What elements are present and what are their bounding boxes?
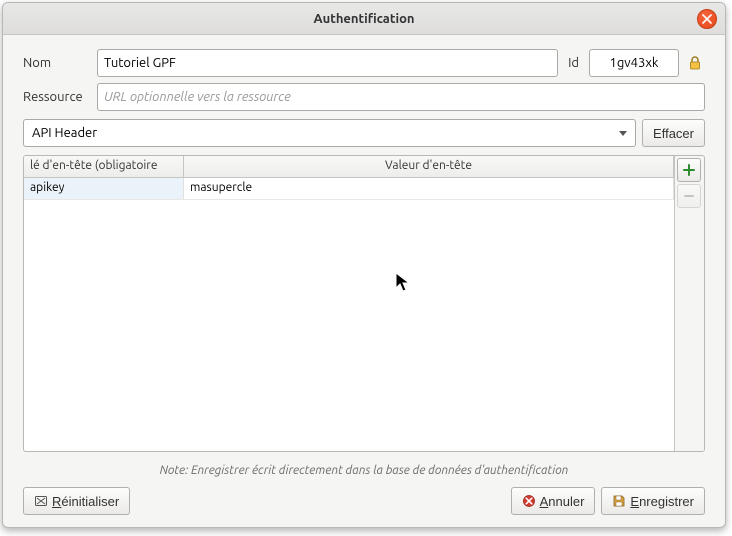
auth-type-value: API Header: [32, 126, 97, 140]
cell-key[interactable]: apikey: [24, 178, 184, 199]
id-label: Id: [564, 56, 583, 70]
resource-label: Ressource: [23, 90, 91, 104]
titlebar: Authentification: [3, 3, 725, 35]
table-header: lé d'en-tête (obligatoire Valeur d'en-tê…: [24, 156, 674, 178]
name-input[interactable]: [97, 49, 558, 77]
save-button-label: Enregistrer: [630, 494, 694, 509]
close-button[interactable]: [697, 9, 717, 29]
plus-icon: [682, 163, 696, 177]
name-label: Nom: [23, 56, 91, 70]
remove-row-button: [677, 184, 701, 208]
table-body: apikey masupercle: [24, 178, 674, 451]
auth-type-select[interactable]: API Header: [23, 119, 636, 147]
cancel-icon: [522, 494, 536, 508]
clear-button[interactable]: Effacer: [642, 119, 705, 147]
name-row: Nom Id: [23, 49, 705, 77]
resource-row: Ressource: [23, 83, 705, 111]
minus-icon: [682, 189, 696, 203]
headers-table: lé d'en-tête (obligatoire Valeur d'en-tê…: [24, 156, 674, 451]
headers-table-panel: lé d'en-tête (obligatoire Valeur d'en-tê…: [23, 155, 705, 452]
reset-button-label: Réinitialiser: [52, 494, 119, 509]
cancel-button-label: Annuler: [540, 494, 585, 509]
dialog-content: Nom Id Ressource API Header Effacer: [3, 35, 725, 527]
resource-input[interactable]: [97, 83, 705, 111]
table-row[interactable]: apikey masupercle: [24, 178, 674, 200]
auth-dialog: Authentification Nom Id Ressource: [2, 2, 726, 528]
table-side-buttons: [674, 156, 704, 451]
dialog-footer: Réinitialiser Annuler Enregistrer: [23, 487, 705, 515]
reset-icon: [34, 494, 48, 508]
id-input[interactable]: [589, 49, 679, 77]
auth-type-row: API Header Effacer: [23, 119, 705, 147]
column-header-value[interactable]: Valeur d'en-tête: [184, 156, 674, 177]
cell-value[interactable]: masupercle: [184, 178, 674, 199]
close-icon: [702, 14, 712, 24]
save-icon: [612, 494, 626, 508]
save-note: Note: Enregistrer écrit directement dans…: [23, 464, 705, 477]
window-title: Authentification: [313, 12, 414, 26]
save-button[interactable]: Enregistrer: [601, 487, 705, 515]
cancel-button[interactable]: Annuler: [511, 487, 596, 515]
clear-button-label: Effacer: [653, 126, 694, 141]
reset-button[interactable]: Réinitialiser: [23, 487, 130, 515]
add-row-button[interactable]: [677, 158, 701, 182]
column-header-key[interactable]: lé d'en-tête (obligatoire: [24, 156, 184, 177]
lock-icon: [685, 53, 705, 73]
